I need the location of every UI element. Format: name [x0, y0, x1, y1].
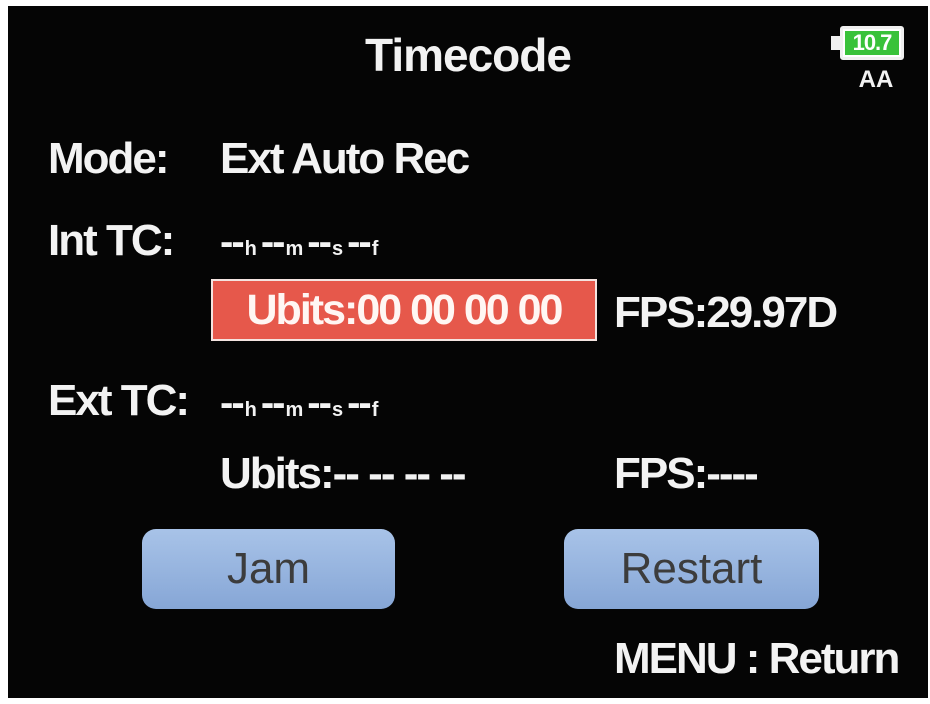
battery-level: 10.7: [845, 30, 899, 55]
int-fps-value: FPS:29.97D: [614, 288, 838, 337]
ext-tc-minutes: --: [260, 381, 286, 425]
ext-tc-frames-unit: f: [371, 399, 379, 421]
restart-button[interactable]: Restart: [564, 529, 819, 609]
ext-tc-label: Ext TC:: [48, 376, 190, 425]
ext-ubits-value: Ubits:-- -- -- --: [220, 449, 467, 498]
int-tc-frames-unit: f: [371, 238, 379, 260]
int-tc-seconds-unit: s: [331, 238, 344, 260]
ext-tc-value: -- h -- m -- s -- f: [220, 381, 382, 426]
timecode-screen: Timecode 10.7 AA Mode: Ext Auto Rec Int …: [8, 6, 928, 698]
ext-tc-hours: --: [220, 381, 245, 425]
battery-type: AA: [858, 66, 894, 93]
int-tc-hours: --: [220, 220, 245, 264]
battery-indicator: 10.7 AA: [828, 26, 914, 106]
battery-icon-tip: [831, 36, 840, 50]
ext-tc-seconds-unit: s: [331, 399, 344, 421]
battery-icon: 10.7: [840, 26, 904, 60]
int-tc-frames: --: [347, 220, 372, 264]
int-tc-seconds: --: [307, 220, 332, 264]
int-tc-label: Int TC:: [48, 216, 175, 265]
ext-fps-value: FPS:----: [614, 449, 759, 498]
mode-label: Mode:: [48, 134, 170, 183]
int-ubits-field[interactable]: Ubits:00 00 00 00: [211, 279, 597, 341]
int-tc-value: -- h -- m -- s -- f: [220, 220, 382, 265]
page-title: Timecode: [365, 29, 572, 81]
ext-tc-hours-unit: h: [244, 399, 257, 421]
menu-return-hint: MENU : Return: [614, 634, 900, 683]
mode-value: Ext Auto Rec: [220, 134, 470, 183]
jam-button[interactable]: Jam: [142, 529, 395, 609]
ext-tc-frames: --: [347, 381, 372, 425]
ext-tc-seconds: --: [307, 381, 332, 425]
int-tc-hours-unit: h: [244, 238, 257, 260]
int-tc-minutes: --: [260, 220, 286, 264]
ext-tc-minutes-unit: m: [285, 399, 304, 421]
int-tc-minutes-unit: m: [285, 238, 304, 260]
